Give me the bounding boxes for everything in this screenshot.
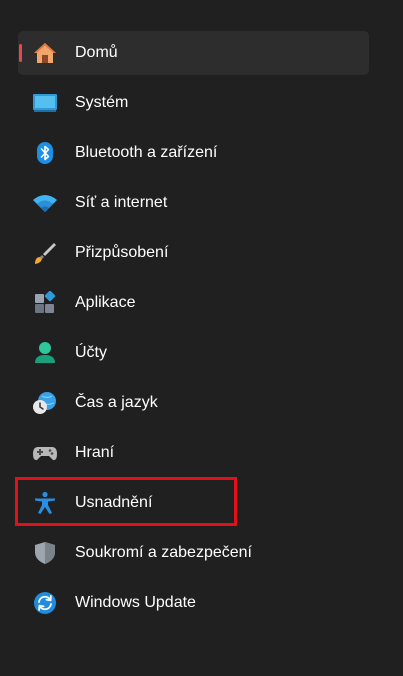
nav-item-apps[interactable]: Aplikace (18, 281, 369, 325)
nav-item-system[interactable]: Systém (18, 81, 369, 125)
nav-item-personalization[interactable]: Přizpůsobení (18, 231, 369, 275)
shield-icon (32, 541, 58, 565)
nav-item-label: Usnadnění (75, 494, 153, 511)
nav-item-label: Přizpůsobení (75, 244, 169, 261)
nav-item-time-language[interactable]: Čas a jazyk (18, 381, 369, 425)
nav-item-label: Domů (75, 44, 118, 61)
bluetooth-icon (32, 141, 58, 165)
accessibility-icon (32, 491, 58, 515)
update-icon (32, 591, 58, 615)
apps-icon (32, 291, 58, 315)
nav-item-windows-update[interactable]: Windows Update (18, 581, 369, 625)
nav-item-home[interactable]: Domů (18, 31, 369, 75)
settings-navigation: Domů Systém Bluetooth a zařízení Síť a i… (18, 31, 369, 631)
nav-item-privacy-security[interactable]: Soukromí a zabezpečení (18, 531, 369, 575)
nav-item-label: Hraní (75, 444, 115, 461)
nav-item-label: Aplikace (75, 294, 136, 311)
time-language-icon (32, 391, 58, 415)
nav-item-gaming[interactable]: Hraní (18, 431, 369, 475)
system-monitor-icon (32, 91, 58, 115)
nav-item-label: Síť a internet (75, 194, 168, 211)
nav-item-label: Windows Update (75, 594, 196, 611)
nav-item-label: Soukromí a zabezpečení (75, 544, 252, 561)
nav-item-label: Čas a jazyk (75, 394, 158, 411)
nav-item-label: Bluetooth a zařízení (75, 144, 218, 161)
nav-item-accessibility[interactable]: Usnadnění (18, 481, 369, 525)
wifi-icon (32, 191, 58, 215)
nav-item-network[interactable]: Síť a internet (18, 181, 369, 225)
nav-item-accounts[interactable]: Účty (18, 331, 369, 375)
nav-item-label: Účty (75, 344, 107, 361)
account-icon (32, 341, 58, 365)
gamepad-icon (32, 441, 58, 465)
home-icon (32, 41, 58, 65)
nav-item-label: Systém (75, 94, 129, 111)
active-indicator (19, 44, 22, 62)
paintbrush-icon (32, 241, 58, 265)
nav-item-bluetooth[interactable]: Bluetooth a zařízení (18, 131, 369, 175)
